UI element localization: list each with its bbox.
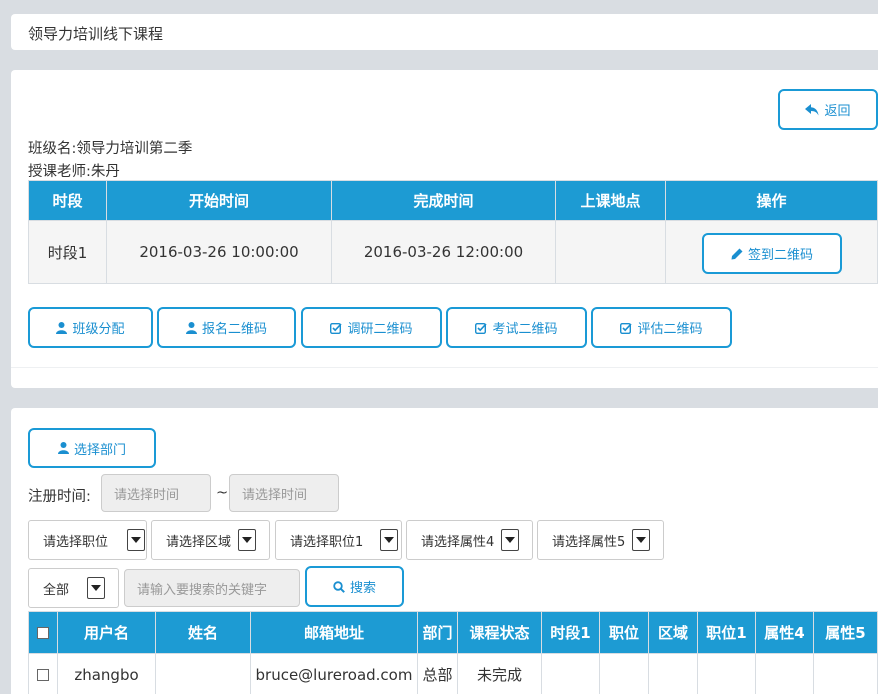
signup-qr-button[interactable]: 报名二维码 — [157, 307, 296, 348]
check-square-icon — [330, 322, 343, 334]
user-icon — [185, 321, 197, 334]
page-title: 领导力培训线下课程 — [28, 25, 164, 43]
search-button[interactable]: 搜索 — [305, 566, 404, 607]
evaluation-qr-button[interactable]: 评估二维码 — [591, 307, 732, 348]
col-header: 课程状态 — [457, 611, 542, 654]
col-header: 上课地点 — [555, 180, 666, 221]
region-select[interactable]: 请选择区域 — [151, 520, 270, 560]
chevron-down-icon — [380, 529, 398, 551]
chevron-down-icon — [87, 577, 105, 599]
name-cell — [155, 653, 251, 694]
chevron-down-icon — [501, 529, 519, 551]
location-cell — [555, 220, 666, 284]
back-label: 返回 — [824, 104, 851, 119]
signup-qr-label: 报名二维码 — [201, 322, 267, 337]
user-panel: 选择部门 注册时间: 请选择时间 ~ 请选择时间 请选择职位 请选择区域 请选择… — [11, 408, 878, 694]
select-all-cell — [28, 611, 58, 654]
select-dept-label: 选择部门 — [73, 442, 126, 458]
user-table: 用户名 姓名 邮箱地址 部门 课程状态 时段1 职位 区域 职位1 属性4 属性… — [28, 611, 878, 694]
chevron-down-icon — [238, 529, 256, 551]
search-icon — [333, 580, 345, 593]
chevron-down-icon — [127, 529, 145, 551]
survey-qr-label: 调研二维码 — [347, 322, 413, 337]
class-panel: 返回 班级名:领导力培训第二季 授课老师:朱丹 时段 开始时间 完成时间 上课地… — [11, 70, 878, 388]
user-icon — [57, 442, 69, 454]
dept-cell: 总部 — [417, 653, 458, 694]
session-cell: 时段1 — [28, 220, 107, 284]
status-cell: 未完成 — [457, 653, 542, 694]
col-header: 区域 — [648, 611, 698, 654]
class-assign-button[interactable]: 班级分配 — [28, 307, 153, 348]
col-header: 用户名 — [57, 611, 156, 654]
region-cell — [648, 653, 698, 694]
email-cell: bruce@lureroad.com — [250, 653, 418, 694]
user-icon — [56, 321, 68, 334]
col-header: 时段1 — [541, 611, 600, 654]
attr4-cell — [755, 653, 814, 694]
scope-select[interactable]: 全部 — [28, 568, 119, 608]
session1-cell — [541, 653, 600, 694]
action-cell: 签到二维码 — [665, 220, 878, 284]
check-square-icon — [475, 322, 488, 334]
time-end-input[interactable]: 请选择时间 — [229, 474, 339, 512]
pencil-icon — [731, 248, 743, 260]
check-square-icon — [620, 322, 633, 334]
attr5-cell — [813, 653, 878, 694]
attr4-select[interactable]: 请选择属性4 — [406, 520, 533, 560]
chevron-down-icon — [632, 529, 650, 551]
survey-qr-button[interactable]: 调研二维码 — [301, 307, 442, 348]
exam-qr-label: 考试二维码 — [492, 322, 558, 337]
col-header: 邮箱地址 — [250, 611, 418, 654]
time-separator: ~ — [216, 485, 229, 501]
evaluation-qr-label: 评估二维码 — [637, 322, 703, 337]
table-row: zhangbo bruce@lureroad.com 总部 未完成 — [28, 653, 878, 694]
time-start-input[interactable]: 请选择时间 — [101, 474, 211, 512]
teacher-name: 授课老师:朱丹 — [28, 164, 120, 180]
attr5-select[interactable]: 请选择属性5 — [537, 520, 664, 560]
col-header: 完成时间 — [331, 180, 556, 221]
search-label: 搜索 — [349, 581, 376, 596]
select-dept-button[interactable]: 选择部门 — [28, 428, 156, 468]
position-cell — [599, 653, 649, 694]
col-header: 开始时间 — [106, 180, 332, 221]
col-header: 姓名 — [155, 611, 251, 654]
username-cell: zhangbo — [57, 653, 156, 694]
region-select-value: 请选择区域 — [166, 534, 232, 550]
col-header: 部门 — [417, 611, 458, 654]
attr5-select-value: 请选择属性5 — [552, 534, 626, 550]
position1-select[interactable]: 请选择职位1 — [275, 520, 402, 560]
position1-select-value: 请选择职位1 — [290, 534, 364, 550]
col-header: 职位1 — [697, 611, 756, 654]
end-cell: 2016-03-26 12:00:00 — [331, 220, 556, 284]
row-select-cell — [28, 653, 58, 694]
divider — [11, 367, 878, 368]
col-header: 操作 — [665, 180, 878, 221]
session-table: 时段 开始时间 完成时间 上课地点 操作 时段1 2016-03-26 10:0… — [28, 180, 878, 284]
position-select[interactable]: 请选择职位 — [28, 520, 147, 560]
reg-time-label: 注册时间: — [28, 489, 91, 505]
class-assign-label: 班级分配 — [72, 322, 125, 337]
position1-cell — [697, 653, 756, 694]
checkin-qr-label: 签到二维码 — [747, 248, 813, 263]
col-header: 职位 — [599, 611, 649, 654]
back-button[interactable]: 返回 — [778, 89, 878, 130]
start-cell: 2016-03-26 10:00:00 — [106, 220, 332, 284]
class-name: 班级名:领导力培训第二季 — [28, 141, 193, 157]
reply-icon — [805, 103, 819, 116]
table-row: 时段1 2016-03-26 10:00:00 2016-03-26 12:00… — [28, 220, 878, 284]
col-header: 时段 — [28, 180, 107, 221]
position-select-value: 请选择职位 — [43, 534, 109, 550]
scope-select-value: 全部 — [43, 582, 70, 598]
checkin-qr-button[interactable]: 签到二维码 — [702, 233, 842, 274]
col-header: 属性4 — [755, 611, 814, 654]
header-panel: 领导力培训线下课程 — [11, 14, 878, 50]
exam-qr-button[interactable]: 考试二维码 — [446, 307, 587, 348]
col-header: 属性5 — [813, 611, 878, 654]
select-all-checkbox[interactable] — [37, 627, 49, 639]
attr4-select-value: 请选择属性4 — [421, 534, 495, 550]
row-checkbox[interactable] — [37, 669, 49, 681]
keyword-search-input[interactable]: 请输入要搜索的关键字 — [124, 569, 300, 607]
